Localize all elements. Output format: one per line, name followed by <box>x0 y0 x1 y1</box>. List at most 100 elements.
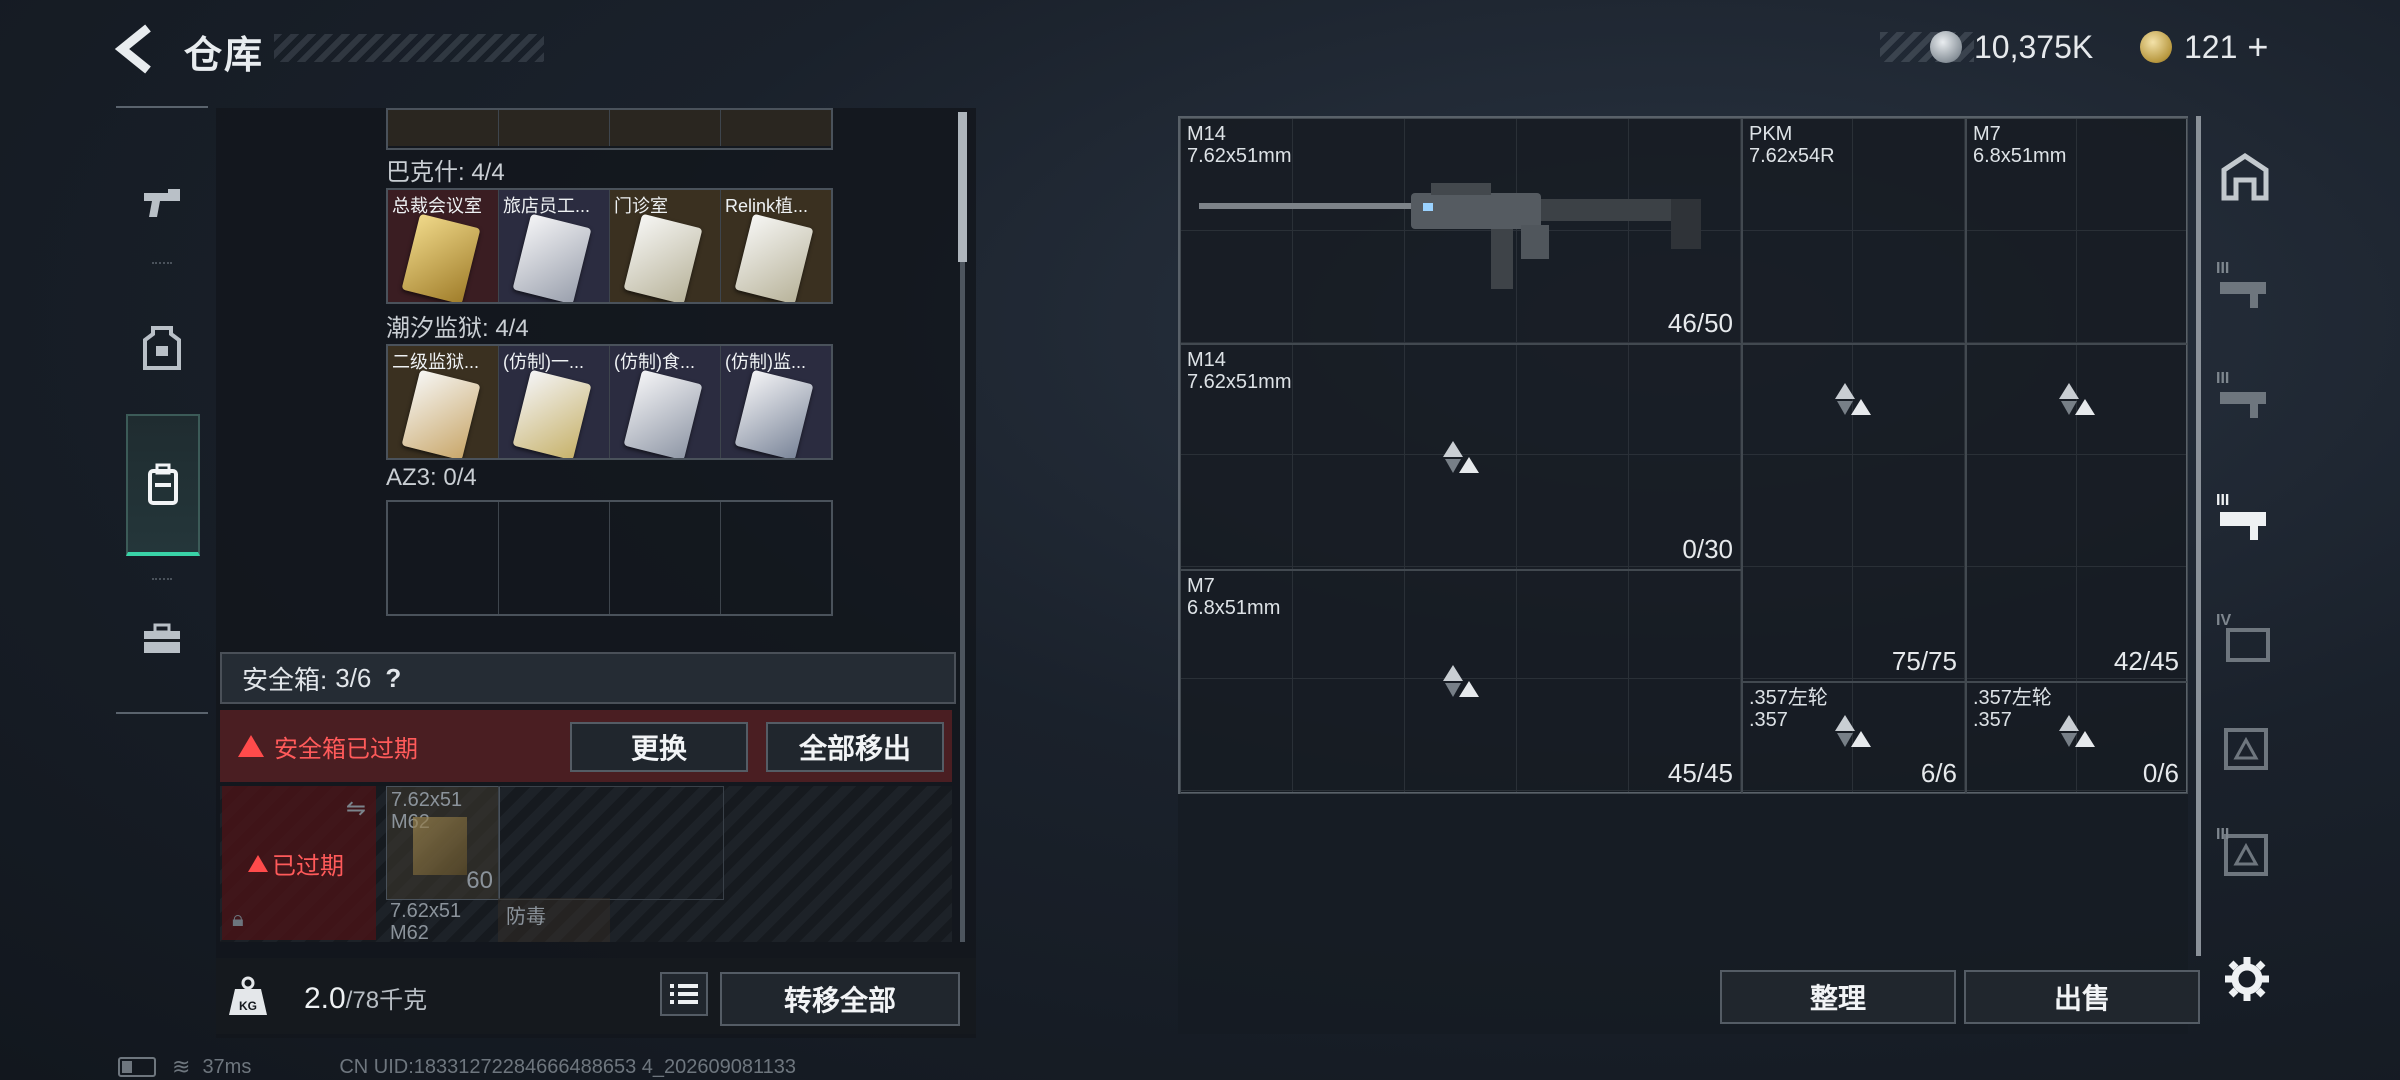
safebox-expired-bar: 安全箱已过期 更换 全部移出 <box>220 710 952 782</box>
gold-amount: 121 <box>2184 28 2238 65</box>
list-view-button[interactable] <box>660 972 708 1016</box>
case-icon <box>2224 728 2268 770</box>
ammo-item-slot[interactable]: 7.62x51 M62 <box>386 898 498 942</box>
storage-grid: M14 7.62x51mm 46/50 PKM 7.62x54R M7 6.8x51m… <box>1178 116 2188 794</box>
weight-icon: KG <box>226 974 270 1018</box>
keycard-image <box>401 369 481 458</box>
back-button[interactable] <box>112 22 162 76</box>
keycard-group-label: AZ3: 0/4 <box>386 464 477 491</box>
keycard-group-label: 潮汐监狱: 4/4 <box>386 315 529 342</box>
ping-text: 37ms <box>202 1055 252 1078</box>
keycard-slot-empty[interactable] <box>610 502 721 614</box>
lock-icon: 🔒︎ <box>232 906 244 931</box>
title-decoration <box>274 34 544 62</box>
gas-mask-slot[interactable]: 防毒 <box>498 898 610 942</box>
safebox-label: 安全箱: <box>242 664 328 695</box>
ammo-item-slot[interactable]: 7.62x51 M62 60 <box>386 786 500 900</box>
weight-readout: 2.0/78千克 <box>304 982 428 1015</box>
right-nav: III III III IV III <box>2196 116 2280 956</box>
tier4-tab[interactable]: IV <box>2214 608 2276 670</box>
tier3-case-tab[interactable]: III <box>2214 822 2276 884</box>
keycard-slot[interactable]: (仿制)一... <box>499 346 610 458</box>
warehouse-tab[interactable] <box>2214 146 2276 208</box>
keycard-slot[interactable] <box>388 110 499 146</box>
weapon-cell-pkm[interactable]: PKM 7.62x54R <box>1742 118 1966 344</box>
keycard-group-label: 巴克什: 4/4 <box>386 159 505 186</box>
backpack-tab[interactable] <box>126 414 200 556</box>
organize-button[interactable]: 整理 <box>1720 970 1956 1024</box>
keycard-slot-empty[interactable] <box>499 502 610 614</box>
keycard-slot[interactable]: (仿制)食... <box>610 346 721 458</box>
list-icon <box>670 984 698 1004</box>
swap-icon[interactable]: ⇋ <box>346 794 366 823</box>
status-bar: ≋ 37ms CN UID:18331272284666488653 4_202… <box>118 1054 796 1080</box>
safebox-expired-slot[interactable]: ⇋ 已过期 🔒︎ <box>222 786 376 940</box>
ammo-cell-m7-count[interactable]: 42/45 <box>1966 570 2188 682</box>
inventory-scroll-thumb[interactable] <box>958 112 967 262</box>
toolbox-tab[interactable] <box>124 594 200 684</box>
cases-tab[interactable] <box>2214 716 2276 778</box>
left-nav <box>116 106 208 714</box>
keycard-row: 二级监狱... (仿制)一... (仿制)食... (仿制)监... <box>386 344 833 460</box>
backpack-icon <box>148 463 178 505</box>
keycard-row: 总裁会议室 旅店员工... 门诊室 Relink植... <box>386 188 833 304</box>
keycard-image <box>512 213 592 302</box>
keycard-slot-empty[interactable] <box>388 502 499 614</box>
ammo-cell-m7[interactable] <box>1966 344 2188 570</box>
tier3-weapon-tab[interactable]: III <box>2214 256 2276 318</box>
keycard-slot[interactable]: 二级监狱... <box>388 346 499 458</box>
keycard-image <box>401 213 481 302</box>
keycard-slot[interactable]: Relink植... <box>721 190 831 302</box>
missing-item-icon <box>2059 715 2095 747</box>
ammo-cell-pkm[interactable] <box>1742 344 1966 570</box>
tier3-weapon-tab-2[interactable]: III <box>2214 366 2276 428</box>
missing-item-icon <box>1443 665 1479 697</box>
keycard-slot[interactable] <box>721 110 831 146</box>
wifi-icon: ≋ <box>172 1054 191 1079</box>
warning-icon <box>248 855 268 872</box>
add-currency-button[interactable]: + <box>2247 26 2268 68</box>
weapons-tab[interactable] <box>124 168 200 240</box>
expired-tag: 已过期 <box>248 846 344 881</box>
sell-button[interactable]: 出售 <box>1964 970 2200 1024</box>
keycard-slot[interactable] <box>610 110 721 146</box>
m14-rifle-image <box>1199 183 1701 289</box>
safebox-header: 安全箱: 3/6 ? <box>220 652 956 704</box>
missing-item-icon <box>2059 383 2095 415</box>
help-icon[interactable]: ? <box>385 663 401 694</box>
gold-coin-icon <box>2140 31 2172 63</box>
transfer-all-button[interactable]: 转移全部 <box>720 972 960 1026</box>
safebox-empty-slot[interactable] <box>498 786 724 900</box>
keycard-slot-empty[interactable] <box>721 502 831 614</box>
move-all-out-button[interactable]: 全部移出 <box>766 722 944 772</box>
replace-button[interactable]: 更换 <box>570 722 748 772</box>
keycard-row <box>386 500 833 616</box>
page-title: 仓库 <box>184 35 265 77</box>
ammo-cell-m7-large[interactable]: M7 6.8x51mm 45/45 <box>1180 570 1742 794</box>
ammo-cell-357-b[interactable]: .357左轮 .357 0/6 <box>1966 682 2188 794</box>
keycard-image <box>734 213 814 302</box>
weapon-cell-m7[interactable]: M7 6.8x51mm <box>1966 118 2188 344</box>
tier3-weapon-tab-active[interactable]: III <box>2214 488 2276 550</box>
keycard-slot[interactable]: 总裁会议室 <box>388 190 499 302</box>
ammo-cell-m14[interactable]: M14 7.62x51mm 0/30 <box>1180 344 1742 570</box>
missing-item-icon <box>1835 383 1871 415</box>
svg-text:KG: KG <box>239 999 257 1013</box>
keycard-slot[interactable]: (仿制)监... <box>721 346 831 458</box>
armor-vest-icon <box>143 326 181 370</box>
weapon-cell-m14[interactable]: M14 7.62x51mm 46/50 <box>1180 118 1742 344</box>
missing-item-icon <box>1443 441 1479 473</box>
keycard-slot[interactable] <box>499 110 610 146</box>
keycard-slot[interactable]: 旅店员工... <box>499 190 610 302</box>
warehouse-icon <box>2221 152 2269 201</box>
uid-text: CN UID:18331272284666488653 4_2026090811… <box>339 1055 797 1078</box>
ammo-cell-pkm-count[interactable]: 75/75 <box>1742 570 1966 682</box>
gear-tab[interactable] <box>124 304 200 392</box>
ammo-cell-357-a[interactable]: .357左轮 .357 6/6 <box>1742 682 1966 794</box>
gold-currency[interactable]: 121 + <box>2140 26 2268 68</box>
settings-gear-icon[interactable] <box>2222 954 2272 1004</box>
keycard-row-partial <box>386 108 833 150</box>
safebox-count: 3/6 <box>335 662 372 693</box>
keycard-slot[interactable]: 门诊室 <box>610 190 721 302</box>
keycard-image <box>512 369 592 458</box>
